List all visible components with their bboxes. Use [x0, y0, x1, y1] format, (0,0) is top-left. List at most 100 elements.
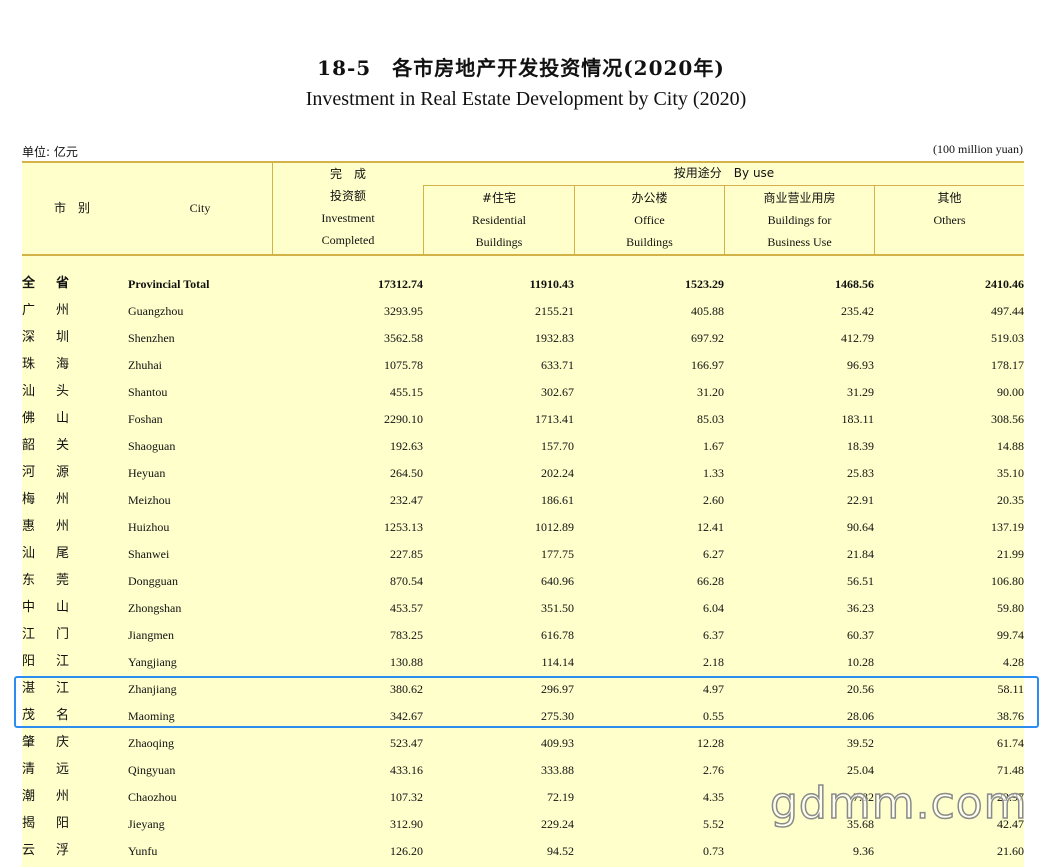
city-name-cn-2: 山 — [56, 600, 70, 615]
residential-value: 114.14 — [541, 655, 574, 669]
business-value: 60.37 — [847, 628, 874, 642]
residential-value: 177.75 — [541, 547, 574, 561]
business-value: 25.83 — [847, 466, 874, 480]
office-value: 0.73 — [703, 844, 724, 858]
table-row: 佛 山 Foshan 2290.10 1713.41 85.03 183.11 308.56 — [22, 405, 1024, 432]
residential-value: 640.96 — [541, 574, 574, 588]
residential-value: 633.71 — [541, 358, 574, 372]
city-name-cn-2: 州 — [56, 303, 70, 318]
city-name-cn-1: 江 — [22, 627, 36, 642]
office-value: 1.67 — [703, 439, 724, 453]
others-value: 4.28 — [1003, 655, 1024, 669]
city-name-cn-2: 源 — [56, 465, 70, 480]
city-name-en: Provincial Total — [128, 277, 210, 291]
business-value: 21.84 — [847, 547, 874, 561]
office-value: 697.92 — [691, 331, 724, 345]
business-value: 183.11 — [841, 412, 874, 426]
table-row: 惠 州 Huizhou 1253.13 1012.89 12.41 90.64 137.19 — [22, 513, 1024, 540]
city-name-cn-2: 州 — [56, 519, 70, 534]
unit-label-en: (100 million yuan) — [933, 142, 1023, 156]
business-value: 1468.56 — [835, 277, 874, 291]
header-completed: 完 成 投资额 Investment Completed — [321, 167, 375, 247]
city-name-cn-1: 韶 — [22, 438, 36, 453]
investment-completed: 192.63 — [390, 439, 423, 453]
city-name-cn-1: 清 — [22, 762, 36, 777]
header-byuse: 按用途分 By use — [673, 166, 775, 180]
watermark: gdmm.com — [769, 777, 1028, 830]
city-name-en: Yangjiang — [128, 655, 177, 669]
others-value: 21.99 — [997, 547, 1024, 561]
others-value: 14.88 — [997, 439, 1024, 453]
investment-completed: 453.57 — [390, 601, 423, 615]
city-name-en: Shantou — [128, 385, 168, 399]
table-row: 珠 海 Zhuhai 1075.78 633.71 166.97 96.93 178.17 — [22, 351, 1024, 378]
office-value: 6.04 — [703, 601, 724, 615]
residential-value: 72.19 — [547, 790, 574, 804]
city-name-cn-1: 深 — [22, 330, 36, 345]
office-value: 31.20 — [697, 385, 724, 399]
business-value: 25.04 — [847, 763, 874, 777]
city-name-cn-2: 浮 — [56, 843, 70, 858]
business-value: 56.51 — [847, 574, 874, 588]
investment-completed: 126.20 — [390, 844, 423, 858]
table-row: 江 门 Jiangmen 783.25 616.78 6.37 60.37 99.74 — [22, 621, 1024, 648]
business-value: 31.29 — [847, 385, 874, 399]
page-title-cn: 18-5 各市房地产开发投资情况(2020年) — [317, 56, 725, 80]
residential-value: 186.61 — [541, 493, 574, 507]
investment-completed: 232.47 — [390, 493, 423, 507]
office-value: 85.03 — [697, 412, 724, 426]
office-value: 4.35 — [703, 790, 724, 804]
business-value: 235.42 — [841, 304, 874, 318]
city-name-cn-1: 肇 — [22, 735, 36, 750]
residential-value: 157.70 — [541, 439, 574, 453]
investment-completed: 455.15 — [390, 385, 423, 399]
city-name-cn-1: 揭 — [22, 816, 36, 831]
city-name-cn-1: 全 — [22, 276, 36, 291]
others-value: 137.19 — [991, 520, 1024, 534]
city-name-cn-2: 江 — [56, 654, 70, 669]
others-value: 59.80 — [997, 601, 1024, 615]
others-value: 99.74 — [997, 628, 1024, 642]
city-name-cn-2: 门 — [56, 627, 70, 642]
city-name-cn-2: 省 — [56, 276, 70, 291]
residential-value: 409.93 — [541, 736, 574, 750]
investment-completed: 227.85 — [390, 547, 423, 561]
table-row: 阳 江 Yangjiang 130.88 114.14 2.18 10.28 4.28 — [22, 648, 1024, 675]
city-name-en: Qingyuan — [128, 763, 176, 777]
table-row: 韶 关 Shaoguan 192.63 157.70 1.67 18.39 14.88 — [22, 432, 1024, 459]
city-name-en: Huizhou — [128, 520, 170, 534]
selection-highlight — [14, 676, 1039, 728]
office-value: 405.88 — [691, 304, 724, 318]
office-value: 66.28 — [697, 574, 724, 588]
office-value: 12.41 — [697, 520, 724, 534]
residential-value: 333.88 — [541, 763, 574, 777]
city-name-cn-1: 河 — [22, 465, 36, 480]
business-value: 39.52 — [847, 736, 874, 750]
investment-completed: 1253.13 — [384, 520, 423, 534]
investment-completed: 1075.78 — [384, 358, 423, 372]
others-value: 35.10 — [997, 466, 1024, 480]
city-name-cn-2: 州 — [56, 492, 70, 507]
page-title-en: Investment in Real Estate Development by… — [305, 88, 747, 110]
residential-value: 351.50 — [541, 601, 574, 615]
office-value: 12.28 — [697, 736, 724, 750]
office-value: 2.76 — [703, 763, 724, 777]
city-name-cn-2: 海 — [56, 357, 70, 372]
city-name-cn-1: 东 — [22, 573, 36, 588]
table-row: 云 浮 Yunfu 126.20 94.52 0.73 9.36 21.60 — [22, 837, 1024, 864]
office-value: 2.18 — [703, 655, 724, 669]
business-value: 96.93 — [847, 358, 874, 372]
office-value: 1.33 — [703, 466, 724, 480]
business-value: 9.36 — [853, 844, 874, 858]
investment-completed: 523.47 — [390, 736, 423, 750]
office-value: 6.27 — [703, 547, 724, 561]
others-value: 178.17 — [991, 358, 1024, 372]
investment-completed: 783.25 — [390, 628, 423, 642]
city-name-en: Foshan — [128, 412, 163, 426]
city-name-cn-2: 州 — [56, 789, 70, 804]
office-value: 6.37 — [703, 628, 724, 642]
others-value: 308.56 — [991, 412, 1024, 426]
city-name-cn-2: 莞 — [56, 573, 70, 588]
city-name-cn-1: 佛 — [22, 411, 36, 426]
business-value: 22.91 — [847, 493, 874, 507]
